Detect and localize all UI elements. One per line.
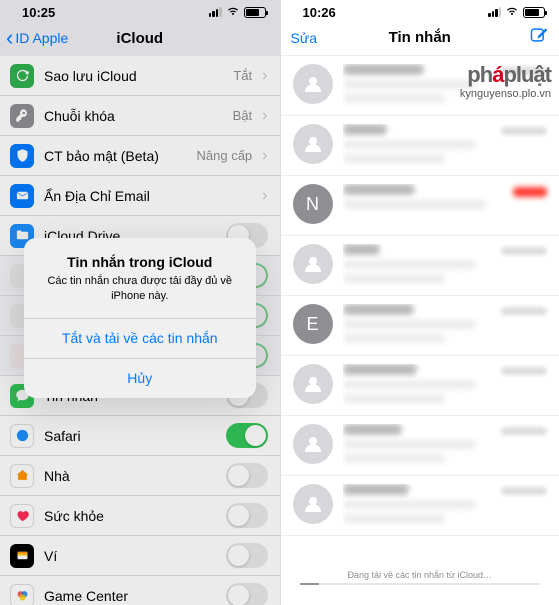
wifi-icon [505,5,519,20]
alert-primary-button[interactable]: Tắt và tải về các tin nhắn [24,318,256,358]
conversation-row[interactable] [281,56,559,116]
timestamp [501,127,547,135]
avatar-letter: E [293,304,333,344]
conversation-row[interactable]: N [281,176,559,236]
compose-icon [529,25,549,45]
nav-title: Tin nhắn [389,29,451,46]
avatar [293,484,333,524]
timestamp [501,427,547,435]
battery-icon [523,7,545,18]
messages-screen: 10:26 Sửa Tin nhắn N [280,0,559,605]
alert-message: Các tin nhắn chưa được tải đầy đủ về iPh… [38,274,242,304]
avatar [293,64,333,104]
conversation-row[interactable] [281,476,559,536]
edit-button[interactable]: Sửa [291,30,318,46]
loading-text: Đang tải về các tin nhắn từ iCloud… [300,570,540,580]
timestamp [501,487,547,495]
timestamp [501,307,547,315]
conversation-list[interactable]: N E [281,56,559,536]
conversation-row[interactable]: E [281,296,559,356]
compose-button[interactable] [529,25,549,50]
cellular-icon [488,7,501,17]
conversation-row[interactable] [281,236,559,296]
timestamp [501,67,547,75]
conversation-row[interactable] [281,356,559,416]
progress-bar [300,583,540,585]
avatar [293,124,333,164]
timestamp [501,247,547,255]
avatar [293,364,333,404]
conversation-row[interactable] [281,116,559,176]
avatar [293,244,333,284]
conversation-row[interactable] [281,416,559,476]
settings-screen: 10:25 ‹ ID Apple iCloud Sao lưu iCloud T… [0,0,280,605]
loading-indicator: Đang tải về các tin nhắn từ iCloud… [300,570,540,585]
status-bar: 10:26 [281,0,559,20]
timestamp [501,367,547,375]
status-time: 10:26 [303,5,336,20]
status-icons [488,5,545,20]
alert-cancel-button[interactable]: Hủy [24,358,256,398]
unread-badge [513,187,547,197]
alert-dialog: Tin nhắn trong iCloud Các tin nhắn chưa … [24,238,256,398]
avatar-letter: N [293,184,333,224]
nav-bar: Sửa Tin nhắn [281,20,559,56]
alert-title: Tin nhắn trong iCloud [38,254,242,270]
avatar [293,424,333,464]
